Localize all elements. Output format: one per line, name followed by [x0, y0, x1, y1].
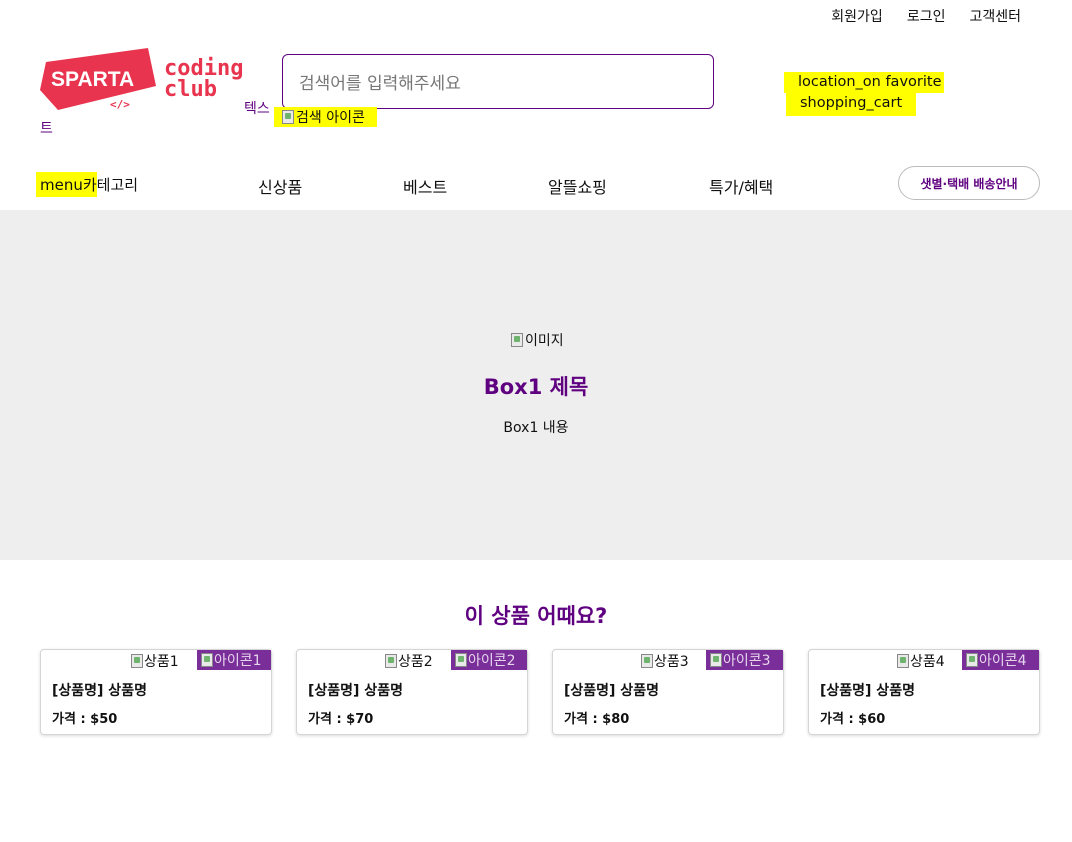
nav-special-offer[interactable]: 특가/혜택 — [709, 174, 773, 198]
login-link[interactable]: 로그인 — [907, 6, 946, 26]
product-badge: 아이콘2 — [451, 650, 527, 670]
broken-image-icon — [710, 653, 722, 667]
product-badge: 아이콘1 — [197, 650, 271, 670]
top-links: 회원가입 로그인 고객센터 — [831, 6, 1021, 26]
shopping-cart-icon[interactable]: shopping_cart — [786, 93, 917, 116]
search-placeholder: 검색어를 입력해주세요 — [299, 74, 461, 94]
logo-main-text: SPARTA — [51, 68, 134, 91]
product-price: 가격 : $80 — [564, 712, 630, 727]
signup-link[interactable]: 회원가입 — [831, 6, 883, 26]
nav-bargain[interactable]: 알뜰쇼핑 — [548, 174, 607, 198]
product-card[interactable]: 상품3 아이콘3 [상품명] 상품명 가격 : $80 — [552, 649, 784, 735]
product-price: 가격 : $60 — [820, 712, 886, 727]
search-icon-alt-text: 검색 아이콘 — [296, 110, 365, 126]
product-price: 가격 : $70 — [308, 712, 374, 727]
sparta-logo-icon: SPARTA </> coding club — [40, 48, 243, 111]
banner-image-alt: 이미지 — [525, 333, 564, 349]
product-card[interactable]: 상품4 아이콘4 [상품명] 상품명 가격 : $60 — [808, 649, 1040, 735]
location-favorite-icons[interactable]: location_on favorite — [784, 72, 944, 93]
broken-image-icon — [131, 654, 143, 668]
banner-content: Box1 내용 — [503, 420, 569, 436]
product-badge: 아이콘4 — [962, 650, 1039, 670]
product-price: 가격 : $50 — [52, 712, 118, 727]
nav-new-products[interactable]: 신상품 — [258, 174, 302, 198]
nav-best[interactable]: 베스트 — [403, 174, 447, 198]
broken-image-icon — [641, 654, 653, 668]
search-button[interactable]: 검색 아이콘 — [274, 107, 377, 127]
broken-image-icon — [511, 333, 523, 347]
banner-title: Box1 제목 — [483, 375, 589, 399]
product-badge: 아이콘3 — [706, 650, 783, 670]
logo-sub2-text: club — [164, 77, 217, 102]
product-image: 상품4 — [897, 651, 945, 671]
delivery-info-button[interactable]: 샛별·택배 배송안내 — [898, 166, 1040, 200]
search-input[interactable]: 검색어를 입력해주세요 — [282, 54, 714, 109]
product-card[interactable]: 상품2 아이콘2 [상품명] 상품명 가격 : $70 — [296, 649, 528, 735]
banner-image: 이미지 — [511, 330, 564, 350]
broken-image-icon — [966, 653, 978, 667]
sparta-logo[interactable]: SPARTA </> coding club — [40, 48, 245, 111]
broken-image-icon — [201, 653, 213, 667]
customer-center-link[interactable]: 고객센터 — [969, 6, 1021, 26]
product-name: [상품명] 상품명 — [820, 683, 915, 699]
products-section-title: 이 상품 어때요? — [464, 604, 608, 628]
product-name: [상품명] 상품명 — [52, 683, 147, 699]
product-name: [상품명] 상품명 — [564, 683, 659, 699]
logo-alt-text: 텍스 — [244, 101, 270, 117]
product-image: 상품2 — [385, 651, 433, 671]
product-name: [상품명] 상품명 — [308, 683, 403, 699]
product-image: 상품1 — [131, 651, 179, 671]
broken-image-icon — [455, 653, 467, 667]
header-icons: location_on favorite shopping_cart — [784, 72, 944, 116]
broken-image-icon — [282, 110, 294, 124]
product-card[interactable]: 상품1 아이콘1 [상품명] 상품명 가격 : $50 — [40, 649, 272, 735]
logo-mark-text: </> — [110, 98, 130, 110]
broken-image-icon — [385, 654, 397, 668]
broken-image-icon — [897, 654, 909, 668]
logo-alt-text-2: 트 — [40, 121, 53, 137]
product-image: 상품3 — [641, 651, 689, 671]
